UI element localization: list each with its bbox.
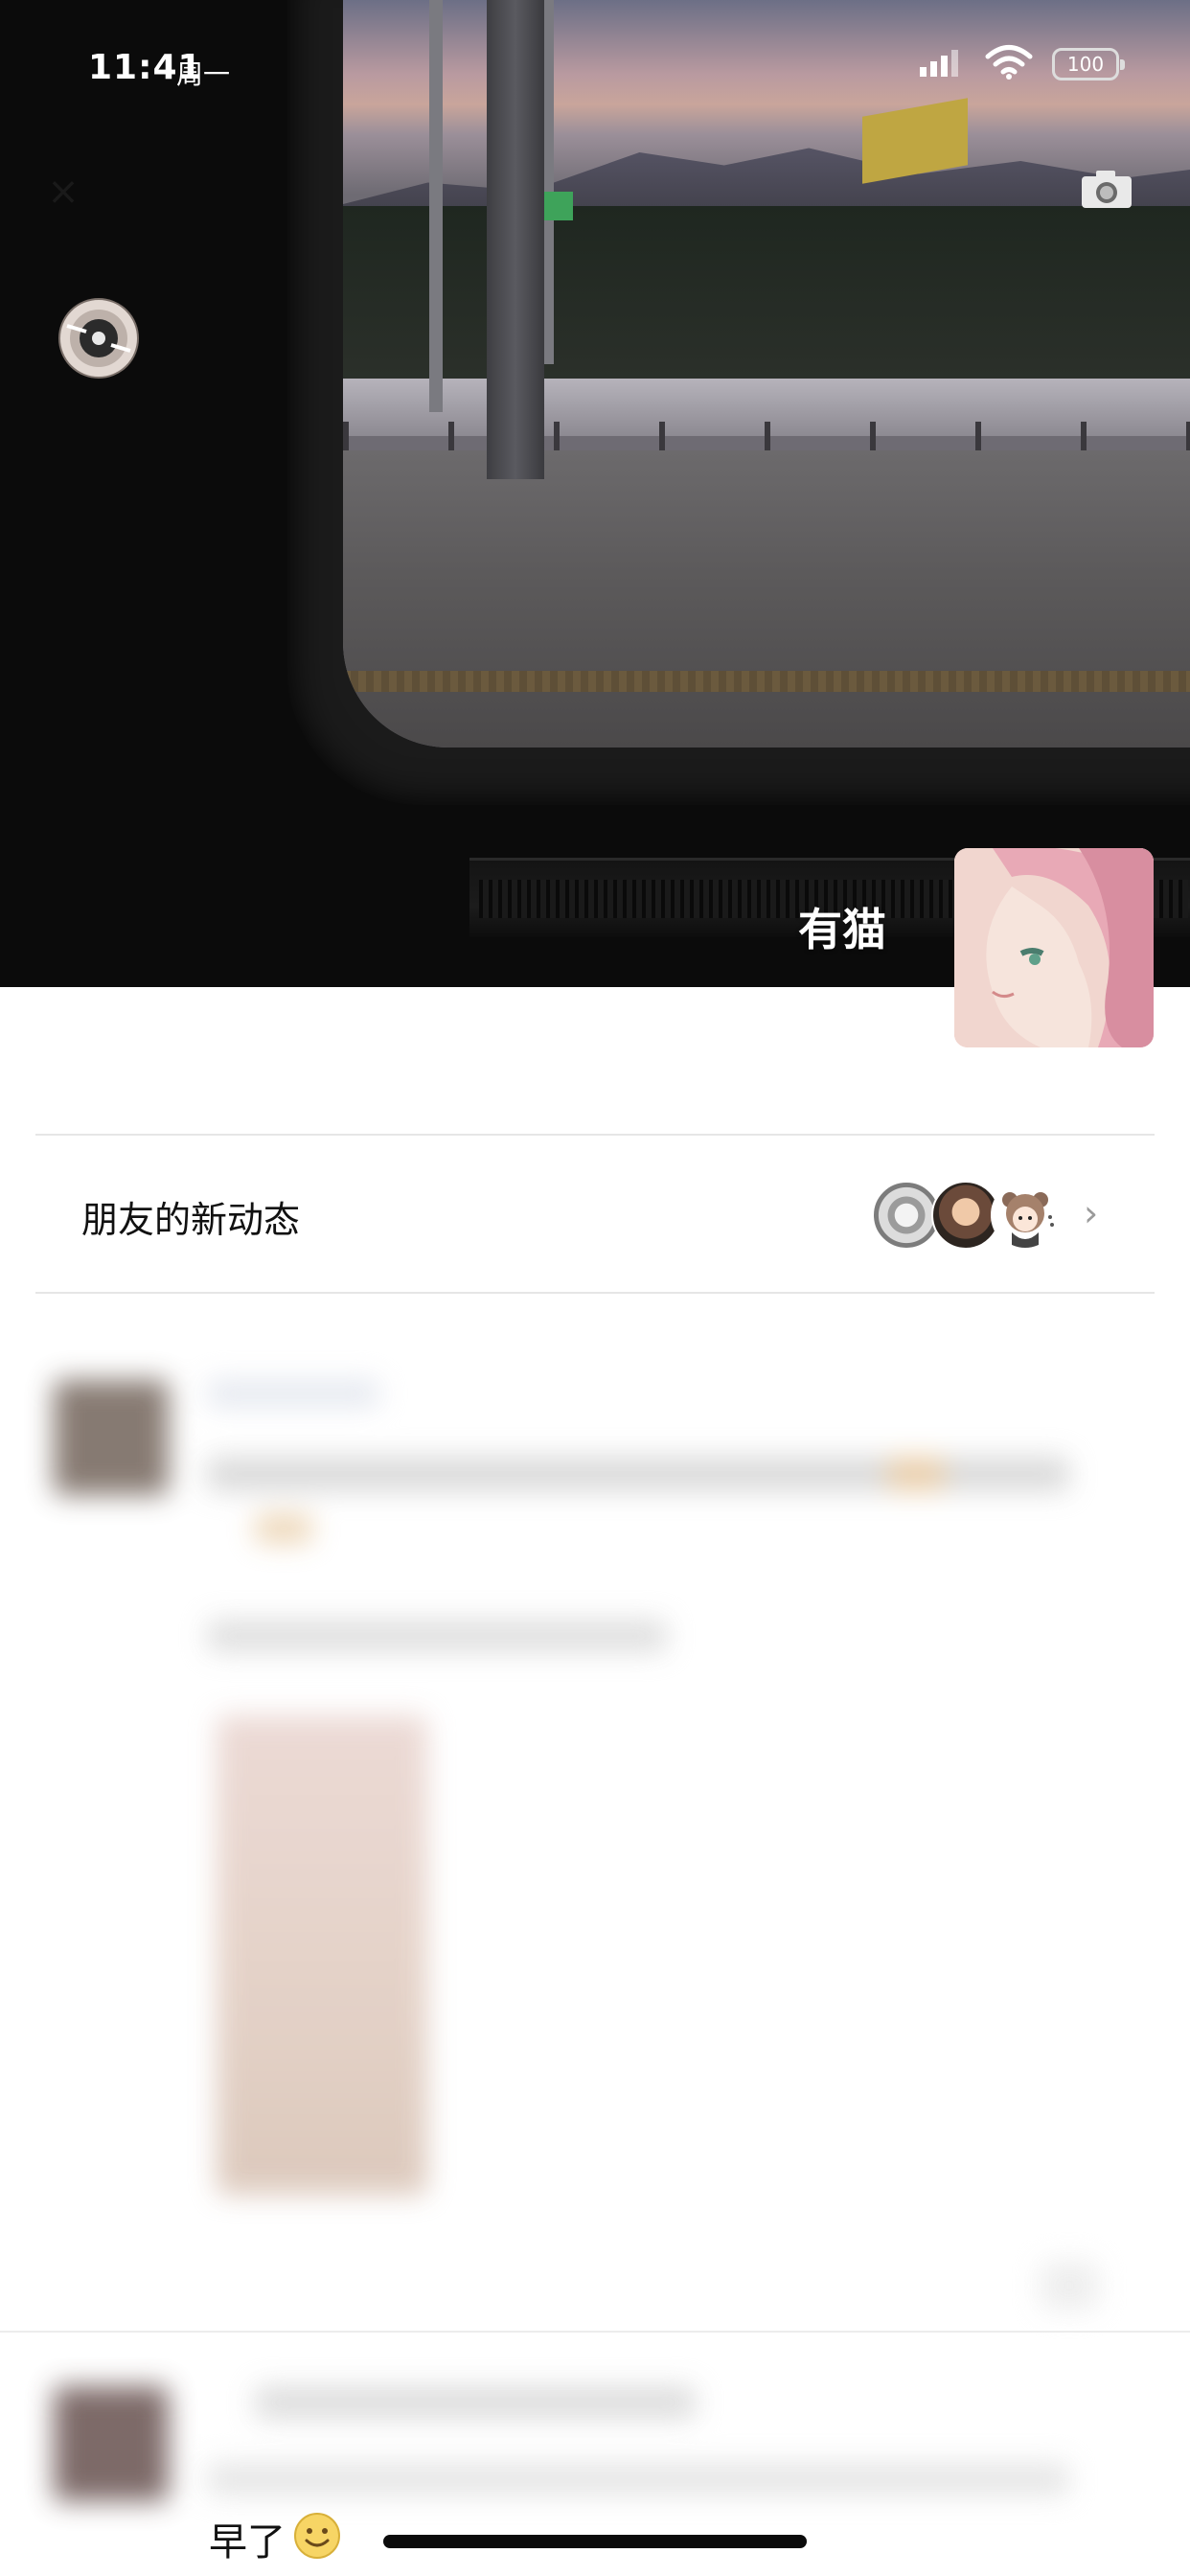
blurred-action bbox=[1041, 2262, 1098, 2310]
close-icon[interactable]: × bbox=[44, 172, 82, 211]
chevron-right-icon: › bbox=[1084, 1192, 1099, 1234]
profile-avatar[interactable] bbox=[954, 848, 1154, 1047]
camera-icon[interactable] bbox=[1079, 167, 1134, 211]
tree-line bbox=[343, 206, 1190, 383]
music-disc-icon[interactable] bbox=[57, 297, 140, 380]
profile-name[interactable]: 有猫 bbox=[728, 895, 886, 958]
divider bbox=[0, 2331, 1190, 2333]
tactile-strip bbox=[343, 671, 1190, 692]
blurred-text bbox=[207, 1620, 667, 1652]
blurred-text bbox=[255, 2386, 696, 2419]
blurred-photo bbox=[217, 1715, 427, 2195]
wifi-icon bbox=[985, 45, 1033, 80]
smile-emoji-icon bbox=[294, 2513, 340, 2559]
blurred-avatar bbox=[54, 2386, 169, 2501]
home-indicator[interactable] bbox=[383, 2535, 807, 2548]
blurred-avatar bbox=[54, 1380, 169, 1495]
blurred-emoji bbox=[255, 1514, 312, 1543]
battery-level: 100 bbox=[1066, 53, 1105, 76]
friend-avatar bbox=[991, 1181, 1060, 1250]
feed-snippet: 早了 bbox=[209, 2520, 286, 2564]
blurred-text bbox=[207, 2463, 1069, 2496]
friends-updates-label: 朋友的新动态 bbox=[81, 1199, 301, 1241]
signal-icon bbox=[920, 50, 958, 77]
battery-icon: 100 bbox=[1052, 48, 1125, 80]
station-platform bbox=[343, 450, 1190, 748]
blurred-feed bbox=[44, 1361, 1125, 2520]
bear-hood-girl-icon bbox=[1002, 1192, 1054, 1248]
cover-photo[interactable] bbox=[0, 0, 1190, 987]
divider bbox=[35, 1292, 1155, 1294]
status-bar: 11:41 周一 100 bbox=[0, 0, 1190, 134]
exit-sign bbox=[544, 192, 573, 220]
blurred-name bbox=[207, 1380, 379, 1407]
friends-updates-row[interactable]: 朋友的新动态 › bbox=[35, 1137, 1155, 1294]
status-day: 周一 bbox=[176, 58, 231, 90]
avatar-illustration bbox=[954, 848, 1154, 1047]
divider bbox=[35, 1134, 1155, 1136]
moments-page: 11:41 周一 100 × 有猫 朋友的新动态 › 早了 bbox=[0, 0, 1190, 2576]
blurred-emoji bbox=[887, 1457, 945, 1491]
